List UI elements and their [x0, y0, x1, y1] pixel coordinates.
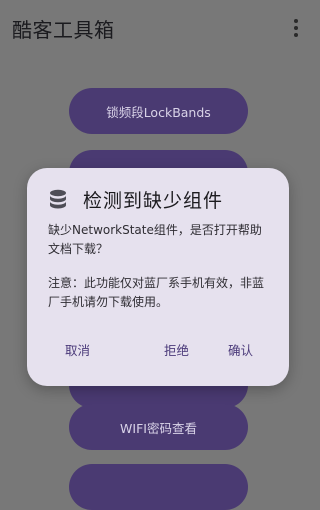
- dialog-message: 缺少NetworkState组件，是否打开帮助文档下载？: [48, 223, 262, 256]
- database-icon: [50, 189, 66, 208]
- cancel-button[interactable]: 取消: [61, 338, 94, 361]
- reject-button[interactable]: 拒绝: [160, 338, 193, 361]
- menu-button-5[interactable]: [69, 464, 248, 510]
- lockbands-button[interactable]: 锁频段LockBands: [69, 88, 248, 134]
- dialog-header: 检测到缺少组件: [49, 186, 223, 213]
- app-title: 酷客工具箱: [12, 17, 115, 42]
- confirm-button[interactable]: 确认: [224, 338, 257, 361]
- wifi-password-button[interactable]: WIFI密码查看: [69, 404, 248, 450]
- app-bar: 酷客工具箱: [0, 0, 316, 56]
- dialog-title: 检测到缺少组件: [83, 190, 224, 212]
- more-vert-icon[interactable]: [282, 8, 310, 48]
- missing-component-dialog: 检测到缺少组件 缺少NetworkState组件，是否打开帮助文档下载？ 注意：…: [27, 168, 289, 386]
- dialog-note: 注意：此功能仅对蓝厂系手机有效，非蓝厂手机请勿下载使用。: [48, 276, 265, 309]
